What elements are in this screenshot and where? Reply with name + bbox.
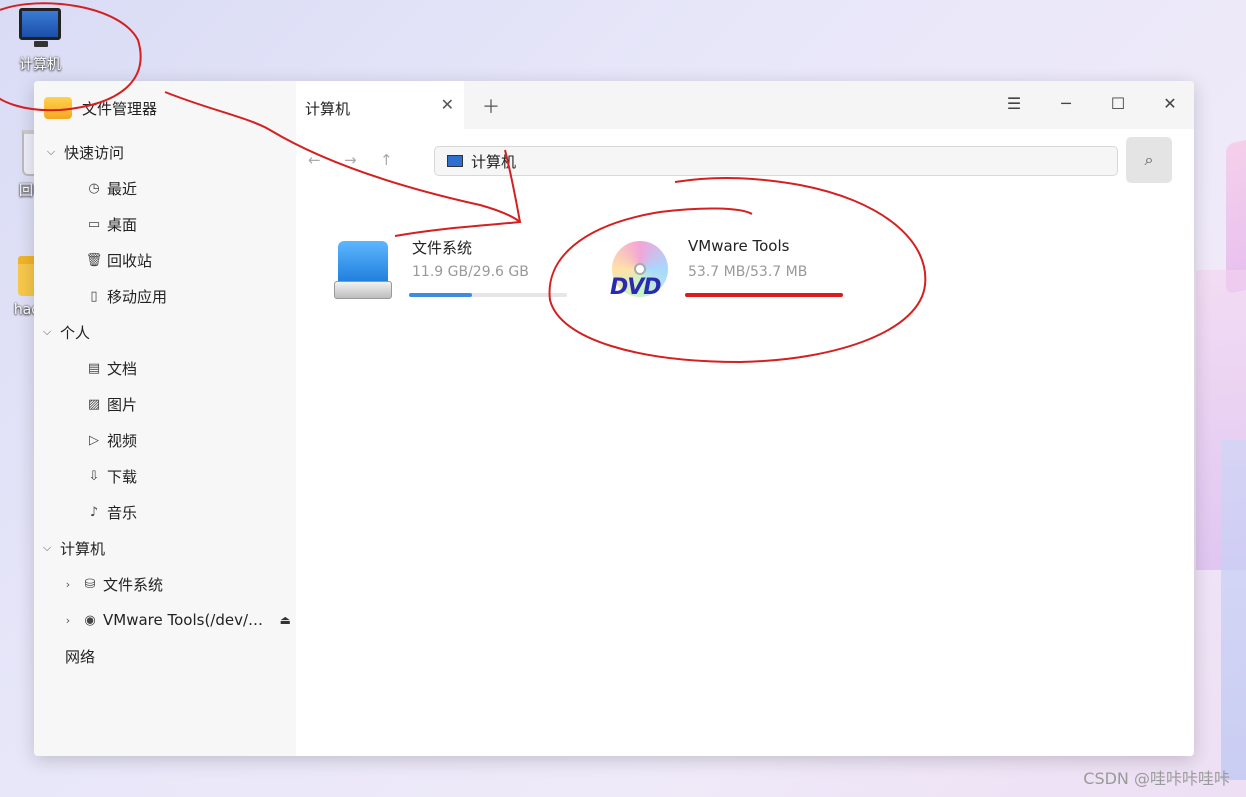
device-filesystem[interactable]: 文件系统 11.9 GB/29.6 GB: [334, 239, 574, 311]
sidebar-item-label: 回收站: [107, 251, 153, 270]
sidebar-item-vmware-tools[interactable]: › ◉ VMware Tools(/dev/… ⏏: [59, 609, 291, 631]
desktop-icon: ▭: [87, 216, 101, 232]
sidebar-item-label: VMware Tools(/dev/…: [103, 611, 264, 629]
tab-label: 计算机: [305, 100, 351, 118]
hard-drive-icon: [334, 241, 392, 301]
music-icon: ♪: [89, 504, 99, 520]
sidebar-item-label: 图片: [107, 395, 138, 414]
desktop-icon-computer[interactable]: 计算机: [5, 8, 75, 74]
trash-icon: 🗑: [85, 252, 103, 268]
menu-icon[interactable]: ☰: [1002, 94, 1026, 113]
chevron-down-icon: ⌵: [42, 325, 52, 338]
sidebar-item-label: 文件系统: [103, 575, 164, 594]
sidebar-item-label: 移动应用: [107, 287, 168, 306]
sidebar-item-network[interactable]: 网络: [65, 645, 95, 667]
download-icon: ⇩: [88, 468, 100, 484]
sidebar-item-music[interactable]: ♪ 音乐: [85, 501, 137, 523]
file-manager-logo-icon: [44, 97, 72, 119]
app-title: 文件管理器: [44, 97, 157, 119]
video-icon: ▷: [89, 432, 99, 448]
address-bar[interactable]: 计算机: [434, 146, 1118, 176]
sidebar-item-label: 网络: [65, 647, 96, 666]
sidebar-item-recent[interactable]: ◷ 最近: [85, 177, 137, 199]
device-size: 11.9 GB/29.6 GB: [412, 264, 529, 280]
forward-icon[interactable]: →: [344, 151, 357, 169]
sidebar-item-desktop[interactable]: ▭ 桌面: [85, 213, 137, 235]
sidebar-item-videos[interactable]: ▷ 视频: [85, 429, 137, 451]
usage-bar-fill: [685, 293, 843, 297]
eject-icon[interactable]: ⏏: [280, 613, 291, 627]
tab-bar: 计算机 ✕ ＋ ☰ ─ ☐ ✕: [296, 81, 1194, 129]
device-name: 文件系统: [412, 239, 473, 257]
watermark: CSDN @哇咔咔哇咔: [1083, 769, 1230, 788]
device-vmware-tools[interactable]: DVD VMware Tools 53.7 MB/53.7 MB: [610, 237, 860, 311]
desktop-icon-label: 计算机: [19, 57, 61, 73]
clock-icon: ◷: [88, 180, 100, 196]
sidebar-group-personal[interactable]: ⌵ 个人: [38, 321, 90, 343]
chevron-right-icon: ›: [65, 613, 71, 627]
minimize-icon[interactable]: ─: [1054, 94, 1078, 113]
sidebar-group-quick-access[interactable]: ⌵ 快速访问: [42, 141, 124, 163]
add-tab-button[interactable]: ＋: [482, 93, 500, 119]
sidebar: 文件管理器 ⌵ 快速访问 ◷ 最近 ▭ 桌面 🗑 回收站 ▯ 移动应用 ⌵ 个人…: [34, 81, 296, 756]
chevron-down-icon: ⌵: [42, 541, 52, 554]
sidebar-item-mobile[interactable]: ▯ 移动应用: [85, 285, 167, 307]
back-icon[interactable]: ←: [308, 151, 321, 169]
sidebar-group-computer[interactable]: ⌵ 计算机: [38, 537, 105, 559]
sidebar-item-label: 音乐: [107, 503, 138, 522]
image-icon: ▨: [87, 396, 101, 412]
sidebar-item-label: 下载: [107, 467, 138, 486]
sidebar-item-label: 最近: [107, 179, 138, 198]
sidebar-item-label: 桌面: [107, 215, 138, 234]
usage-bar: [409, 293, 567, 297]
main-pane: 计算机 ✕ ＋ ☰ ─ ☐ ✕ ← → ↑ 计算机 ⌕ 文件系统 11.9 GB…: [296, 81, 1194, 756]
phone-icon: ▯: [90, 288, 98, 304]
maximize-icon[interactable]: ☐: [1106, 94, 1130, 113]
sidebar-item-filesystem[interactable]: › ⛁ 文件系统: [59, 573, 163, 595]
search-icon: ⌕: [1144, 150, 1154, 169]
up-icon[interactable]: ↑: [380, 151, 393, 169]
address-path: 计算机: [471, 152, 517, 171]
sidebar-item-pictures[interactable]: ▨ 图片: [85, 393, 137, 415]
tab-computer[interactable]: 计算机 ✕: [296, 81, 464, 129]
file-manager-window: 文件管理器 ⌵ 快速访问 ◷ 最近 ▭ 桌面 🗑 回收站 ▯ 移动应用 ⌵ 个人…: [34, 81, 1194, 756]
group-label: 快速访问: [64, 143, 125, 162]
search-button[interactable]: ⌕: [1126, 137, 1172, 183]
sidebar-item-downloads[interactable]: ⇩ 下载: [85, 465, 137, 487]
close-icon[interactable]: ✕: [441, 95, 454, 114]
device-name: VMware Tools: [688, 237, 790, 255]
sidebar-item-documents[interactable]: ▤ 文档: [85, 357, 137, 379]
computer-icon: [19, 8, 61, 47]
usage-bar-fill: [409, 293, 473, 297]
group-label: 个人: [60, 323, 91, 342]
dvd-icon: ◉: [84, 612, 96, 628]
group-label: 计算机: [60, 539, 106, 558]
sidebar-item-label: 文档: [107, 359, 138, 378]
app-title-label: 文件管理器: [82, 99, 158, 118]
computer-icon: [447, 155, 463, 167]
chevron-right-icon: ›: [65, 577, 71, 591]
sidebar-item-label: 视频: [107, 431, 138, 450]
window-close-icon[interactable]: ✕: [1158, 94, 1182, 113]
device-size: 53.7 MB/53.7 MB: [688, 264, 808, 280]
chevron-down-icon: ⌵: [46, 145, 56, 158]
dvd-icon: DVD: [610, 241, 670, 301]
usage-bar: [685, 293, 843, 297]
sidebar-item-trash[interactable]: 🗑 回收站: [85, 249, 152, 271]
drive-icon: ⛁: [84, 576, 96, 592]
document-icon: ▤: [87, 360, 101, 376]
wallpaper-shape: [1221, 440, 1246, 780]
